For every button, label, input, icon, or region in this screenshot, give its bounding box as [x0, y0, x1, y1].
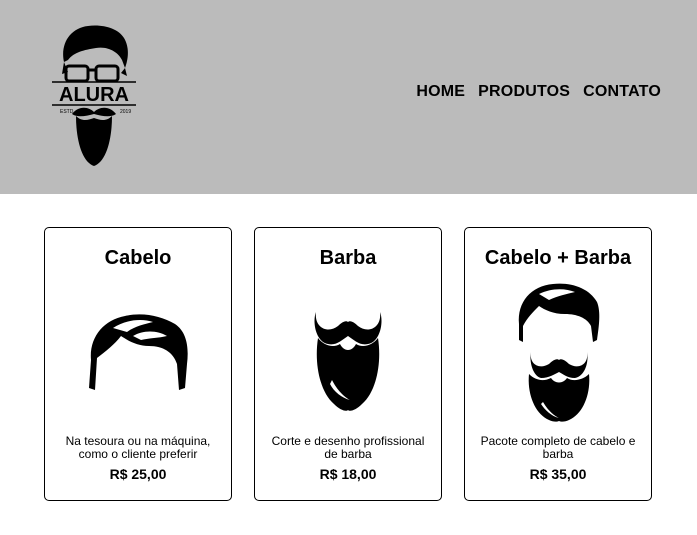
nav-produtos[interactable]: PRODUTOS: [478, 83, 570, 101]
product-card-cabelo-barba[interactable]: Cabelo + Barba Pacote completo de cabelo…: [464, 227, 652, 501]
product-title: Barba: [319, 247, 377, 269]
main-nav: HOME PRODUTOS CONTATO: [416, 83, 661, 101]
site-header: ALURA ESTD 2019 HOME PRODUTOS CONTATO: [0, 0, 697, 194]
nav-contato[interactable]: CONTATO: [583, 83, 661, 101]
product-card-cabelo[interactable]: Cabelo Na tesoura ou na máquina, como o …: [44, 227, 232, 501]
beard-icon: [255, 306, 441, 412]
product-price: R$ 25,00: [109, 466, 167, 482]
product-price: R$ 35,00: [529, 466, 587, 482]
nav-home[interactable]: HOME: [416, 83, 465, 101]
svg-text:2019: 2019: [120, 109, 131, 115]
hair-and-beard-icon: [465, 280, 651, 424]
product-price: R$ 18,00: [319, 466, 377, 482]
svg-text:ESTD: ESTD: [60, 109, 74, 115]
product-description: Pacote completo de cabelo e barba: [480, 434, 636, 461]
product-description: Na tesoura ou na máquina, como o cliente…: [65, 434, 211, 461]
alura-logo-icon: ALURA ESTD 2019: [52, 25, 136, 166]
alura-logo[interactable]: ALURA ESTD 2019: [52, 22, 136, 168]
product-title: Cabelo: [104, 247, 172, 269]
hair-icon: [45, 308, 231, 394]
product-title: Cabelo + Barba: [484, 247, 632, 269]
svg-text:ALURA: ALURA: [59, 84, 129, 106]
product-card-barba[interactable]: Barba Corte e desenho profissional de ba…: [254, 227, 442, 501]
product-description: Corte e desenho profissional de barba: [271, 434, 425, 461]
